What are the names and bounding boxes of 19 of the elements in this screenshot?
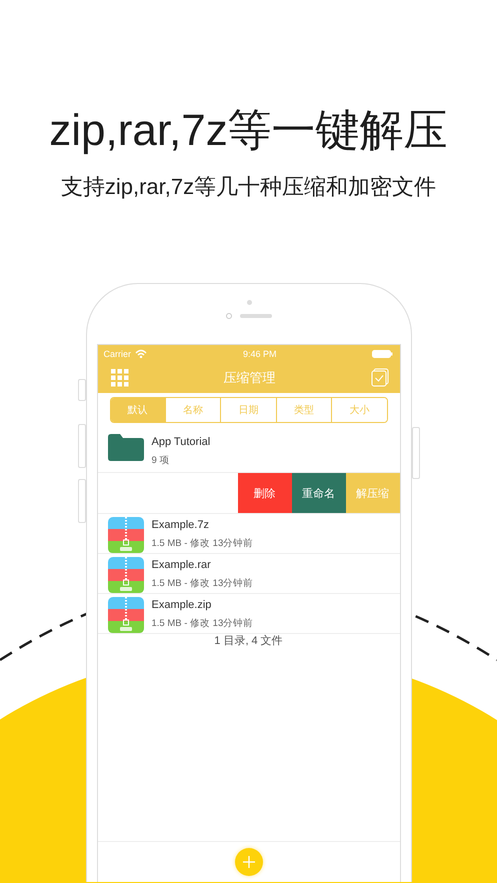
swipe-action-button[interactable]: 解压缩 <box>346 473 400 513</box>
sort-tab[interactable]: 默认 <box>110 398 165 422</box>
nav-title: 压缩管理 <box>224 368 276 386</box>
file-details: 1.5 MB - 修改 13分钟前 <box>152 618 254 630</box>
sort-tab[interactable]: 大小 <box>331 398 386 422</box>
carrier-label: Carrier <box>104 348 132 358</box>
swipe-action-button[interactable]: 删除 <box>238 473 292 513</box>
status-time: 9:46 PM <box>242 348 277 358</box>
file-details: 1.5 MB - 修改 13分钟前 <box>152 578 254 590</box>
summary-text: 1 目录, 4 文件 <box>213 634 284 648</box>
folder-name: App Tutorial <box>152 435 210 449</box>
file-name: Example.rar <box>152 558 212 572</box>
swipe-action-button[interactable]: 重命名 <box>292 473 346 513</box>
file-details: 1.5 MB - 修改 13分钟前 <box>152 538 254 550</box>
file-name: Example.zip <box>152 598 212 612</box>
file-name: Example.7z <box>152 518 210 532</box>
item-count: 9 项 <box>152 455 170 467</box>
subtitle: 支持zip,rar,7z等几十种压缩和加密文件 <box>60 173 436 201</box>
headline: zip,rar,7z等一键解压 <box>49 105 448 157</box>
